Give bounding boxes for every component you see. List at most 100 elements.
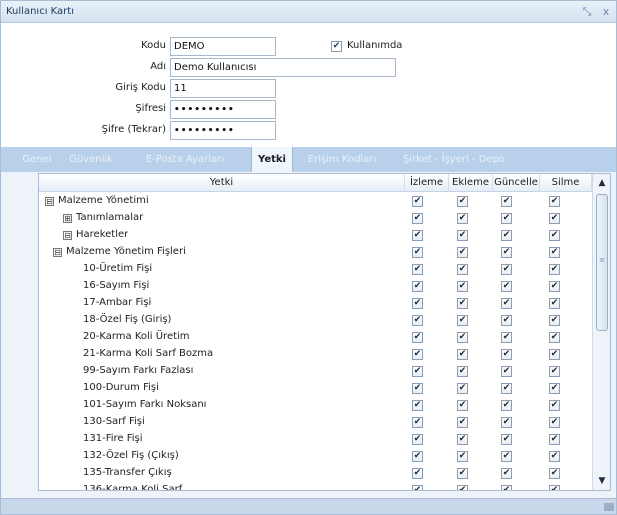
collapse-icon[interactable]: ⊟: [63, 231, 72, 240]
izleme-checkbox[interactable]: ✔: [412, 417, 423, 428]
guncelle-checkbox[interactable]: ✔: [501, 485, 512, 490]
ekleme-checkbox[interactable]: ✔: [457, 451, 468, 462]
izleme-checkbox[interactable]: ✔: [412, 281, 423, 292]
guncelle-checkbox[interactable]: ✔: [501, 281, 512, 292]
ekleme-checkbox[interactable]: ✔: [457, 434, 468, 445]
table-row[interactable]: ⊟ Malzeme Yönetimi ✔ ✔ ✔ ✔: [39, 193, 592, 210]
collapse-icon[interactable]: ⊟: [45, 197, 54, 206]
ekleme-checkbox[interactable]: ✔: [457, 366, 468, 377]
ekleme-checkbox[interactable]: ✔: [457, 383, 468, 394]
silme-checkbox[interactable]: ✔: [549, 451, 560, 462]
table-row[interactable]: 16-Sayım Fişi ✔ ✔ ✔ ✔: [39, 278, 592, 295]
ekleme-checkbox[interactable]: ✔: [457, 298, 468, 309]
izleme-checkbox[interactable]: ✔: [412, 196, 423, 207]
ekleme-checkbox[interactable]: ✔: [457, 485, 468, 490]
izleme-checkbox[interactable]: ✔: [412, 332, 423, 343]
table-row[interactable]: ⊟ Hareketler ✔ ✔ ✔ ✔: [39, 227, 592, 244]
vertical-scrollbar[interactable]: ▲ ≡ ▼: [592, 174, 610, 490]
ekleme-checkbox[interactable]: ✔: [457, 196, 468, 207]
ekleme-checkbox[interactable]: ✔: [457, 417, 468, 428]
giris-kodu-input[interactable]: [170, 79, 276, 98]
izleme-checkbox[interactable]: ✔: [412, 315, 423, 326]
izleme-checkbox[interactable]: ✔: [412, 349, 423, 360]
tab-yetki[interactable]: Yetki: [251, 147, 293, 172]
silme-checkbox[interactable]: ✔: [549, 434, 560, 445]
guncelle-checkbox[interactable]: ✔: [501, 230, 512, 241]
ekleme-checkbox[interactable]: ✔: [457, 264, 468, 275]
izleme-checkbox[interactable]: ✔: [412, 230, 423, 241]
silme-checkbox[interactable]: ✔: [549, 264, 560, 275]
col-ekleme[interactable]: Ekleme: [449, 174, 493, 192]
table-row[interactable]: 100-Durum Fişi ✔ ✔ ✔ ✔: [39, 380, 592, 397]
guncelle-checkbox[interactable]: ✔: [501, 383, 512, 394]
izleme-checkbox[interactable]: ✔: [412, 247, 423, 258]
guncelle-checkbox[interactable]: ✔: [501, 247, 512, 258]
table-row[interactable]: 131-Fire Fişi ✔ ✔ ✔ ✔: [39, 431, 592, 448]
silme-checkbox[interactable]: ✔: [549, 383, 560, 394]
table-row[interactable]: 17-Ambar Fişi ✔ ✔ ✔ ✔: [39, 295, 592, 312]
ekleme-checkbox[interactable]: ✔: [457, 400, 468, 411]
izleme-checkbox[interactable]: ✔: [412, 485, 423, 490]
restore-icon[interactable]: ⤡: [579, 4, 595, 20]
guncelle-checkbox[interactable]: ✔: [501, 400, 512, 411]
table-row[interactable]: 18-Özel Fiş (Giriş) ✔ ✔ ✔ ✔: [39, 312, 592, 329]
izleme-checkbox[interactable]: ✔: [412, 298, 423, 309]
expand-icon[interactable]: ⊞: [63, 214, 72, 223]
izleme-checkbox[interactable]: ✔: [412, 434, 423, 445]
ekleme-checkbox[interactable]: ✔: [457, 281, 468, 292]
guncelle-checkbox[interactable]: ✔: [501, 417, 512, 428]
guncelle-checkbox[interactable]: ✔: [501, 298, 512, 309]
col-yetki[interactable]: Yetki: [39, 174, 405, 192]
silme-checkbox[interactable]: ✔: [549, 366, 560, 377]
izleme-checkbox[interactable]: ✔: [412, 400, 423, 411]
ekleme-checkbox[interactable]: ✔: [457, 315, 468, 326]
guncelle-checkbox[interactable]: ✔: [501, 264, 512, 275]
tab-genel[interactable]: Genel: [15, 147, 59, 172]
guncelle-checkbox[interactable]: ✔: [501, 332, 512, 343]
scroll-down-icon[interactable]: ▼: [593, 472, 610, 490]
tab-eposta-ayarlari[interactable]: E-Posta Ayarları: [129, 147, 241, 172]
ekleme-checkbox[interactable]: ✔: [457, 213, 468, 224]
ekleme-checkbox[interactable]: ✔: [457, 247, 468, 258]
guncelle-checkbox[interactable]: ✔: [501, 366, 512, 377]
silme-checkbox[interactable]: ✔: [549, 230, 560, 241]
silme-checkbox[interactable]: ✔: [549, 196, 560, 207]
scroll-up-icon[interactable]: ▲: [593, 174, 610, 192]
silme-checkbox[interactable]: ✔: [549, 332, 560, 343]
collapse-icon[interactable]: ⊟: [53, 248, 62, 257]
izleme-checkbox[interactable]: ✔: [412, 451, 423, 462]
tab-guvenlik[interactable]: Güvenlik: [63, 147, 119, 172]
guncelle-checkbox[interactable]: ✔: [501, 315, 512, 326]
kodu-input[interactable]: [170, 37, 276, 56]
izleme-checkbox[interactable]: ✔: [412, 366, 423, 377]
guncelle-checkbox[interactable]: ✔: [501, 349, 512, 360]
col-guncelle[interactable]: Güncelle: [493, 174, 540, 192]
guncelle-checkbox[interactable]: ✔: [501, 213, 512, 224]
tab-sirket-isyeri-depo[interactable]: Şirket - İşyeri - Depo: [391, 147, 517, 172]
table-row[interactable]: 10-Üretim Fişi ✔ ✔ ✔ ✔: [39, 261, 592, 278]
silme-checkbox[interactable]: ✔: [549, 417, 560, 428]
guncelle-checkbox[interactable]: ✔: [501, 196, 512, 207]
silme-checkbox[interactable]: ✔: [549, 315, 560, 326]
table-row[interactable]: 21-Karma Koli Sarf Bozma ✔ ✔ ✔ ✔: [39, 346, 592, 363]
guncelle-checkbox[interactable]: ✔: [501, 451, 512, 462]
silme-checkbox[interactable]: ✔: [549, 247, 560, 258]
table-row[interactable]: ⊟ Malzeme Yönetim Fişleri ✔ ✔ ✔ ✔: [39, 244, 592, 261]
silme-checkbox[interactable]: ✔: [549, 298, 560, 309]
guncelle-checkbox[interactable]: ✔: [501, 468, 512, 479]
table-row[interactable]: ⊞ Tanımlamalar ✔ ✔ ✔ ✔: [39, 210, 592, 227]
guncelle-checkbox[interactable]: ✔: [501, 434, 512, 445]
izleme-checkbox[interactable]: ✔: [412, 468, 423, 479]
table-row[interactable]: 20-Karma Koli Üretim ✔ ✔ ✔ ✔: [39, 329, 592, 346]
ekleme-checkbox[interactable]: ✔: [457, 332, 468, 343]
silme-checkbox[interactable]: ✔: [549, 468, 560, 479]
silme-checkbox[interactable]: ✔: [549, 400, 560, 411]
table-row[interactable]: 136-Karma Koli Sarf ✔ ✔ ✔ ✔: [39, 482, 592, 490]
table-row[interactable]: 132-Özel Fiş (Çıkış) ✔ ✔ ✔ ✔: [39, 448, 592, 465]
silme-checkbox[interactable]: ✔: [549, 485, 560, 490]
silme-checkbox[interactable]: ✔: [549, 281, 560, 292]
sifre-input[interactable]: •••••••••: [170, 100, 276, 119]
kullanimda-checkbox[interactable]: ✔: [331, 41, 342, 52]
izleme-checkbox[interactable]: ✔: [412, 383, 423, 394]
table-row[interactable]: 101-Sayım Farkı Noksanı ✔ ✔ ✔ ✔: [39, 397, 592, 414]
